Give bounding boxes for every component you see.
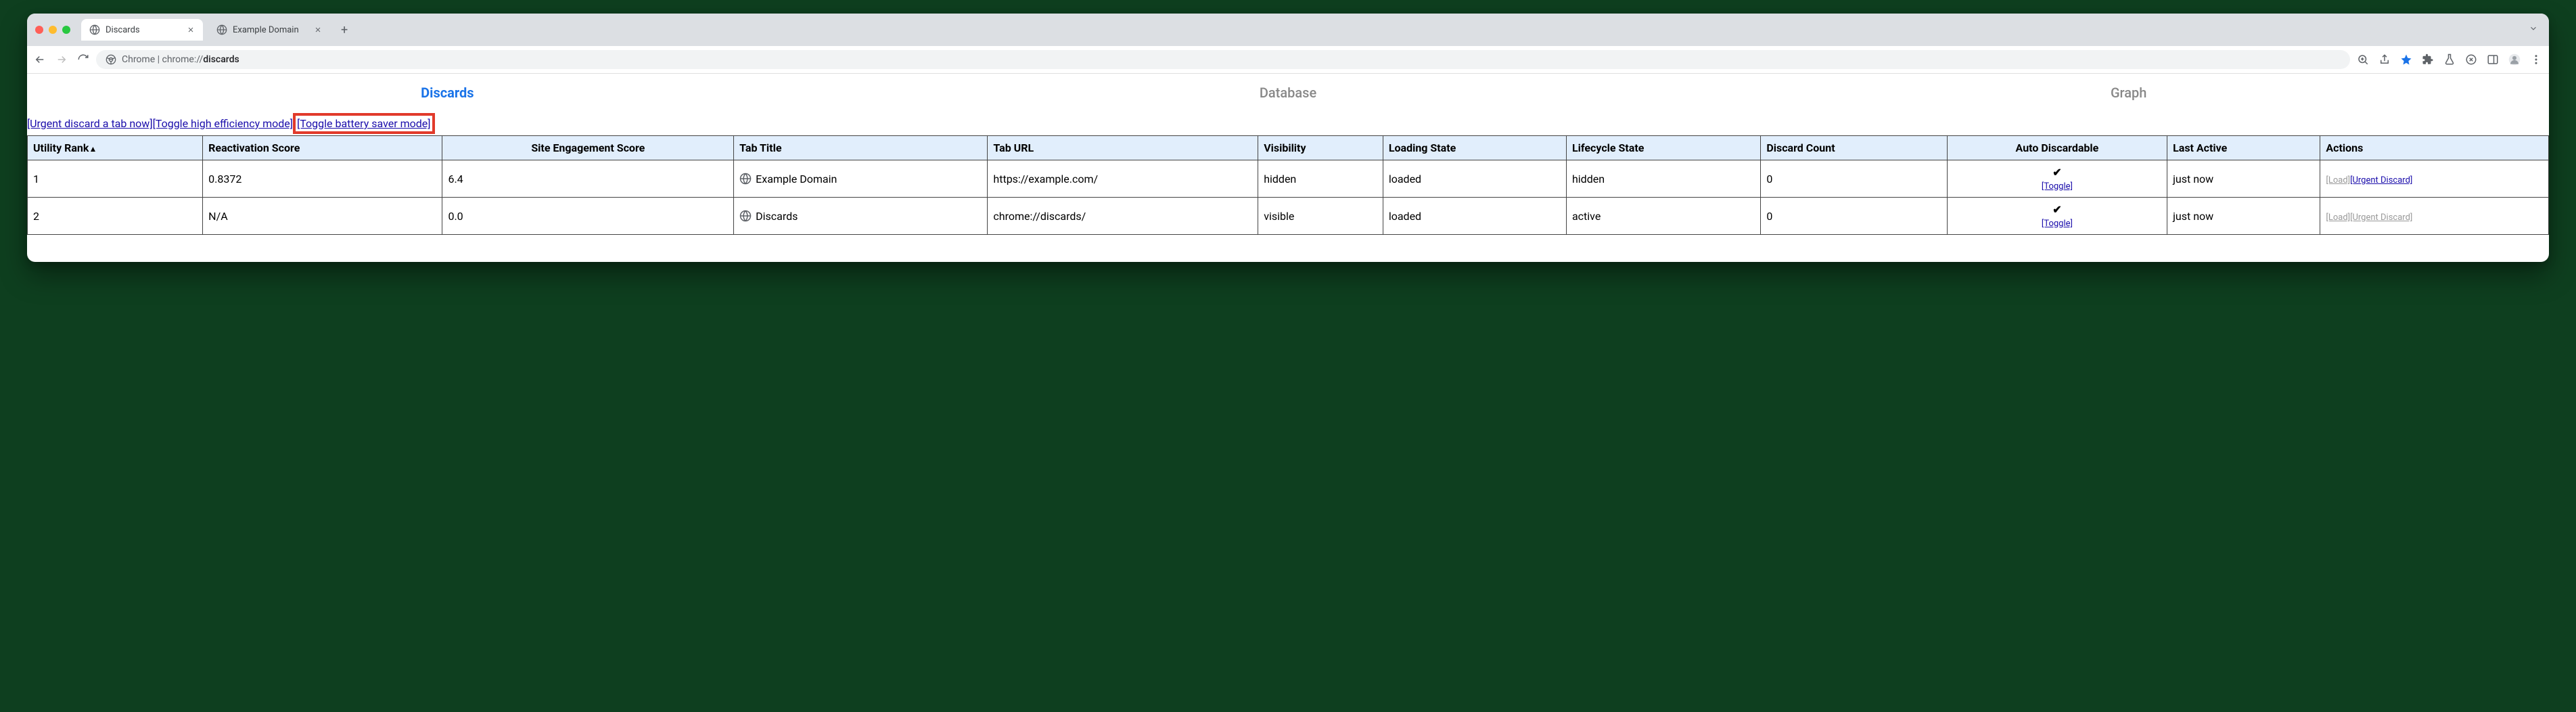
col-reactivation-score[interactable]: Reactivation Score <box>203 136 442 160</box>
col-auto-discardable[interactable]: Auto Discardable <box>1947 136 2167 160</box>
cell-loading-state: loaded <box>1383 198 1566 235</box>
cell-tab-url: chrome://discards/ <box>988 198 1258 235</box>
titlebar: Discards Example Domain + <box>27 14 2549 46</box>
col-last-active[interactable]: Last Active <box>2167 136 2320 160</box>
discards-table: Utility Rank▲ Reactivation Score Site En… <box>27 135 2549 235</box>
maximize-window-button[interactable] <box>62 26 70 34</box>
cell-reactivation-score: N/A <box>203 198 442 235</box>
cell-auto-discardable: ✔ [Toggle] <box>1947 160 2167 198</box>
tab-title: Example Domain <box>233 25 299 35</box>
cell-discard-count: 0 <box>1761 160 1947 198</box>
tab-title-text: Discards <box>756 210 798 223</box>
globe-icon <box>89 24 100 35</box>
cell-lifecycle-state: active <box>1566 198 1760 235</box>
cell-lifecycle-state: hidden <box>1566 160 1760 198</box>
cell-reactivation-score: 0.8372 <box>203 160 442 198</box>
load-action-link: [Load] <box>2326 213 2350 223</box>
col-tab-title[interactable]: Tab Title <box>734 136 988 160</box>
cell-utility-rank: 2 <box>28 198 203 235</box>
tab-title-text: Example Domain <box>756 173 837 185</box>
menu-icon[interactable] <box>2530 53 2542 66</box>
cell-utility-rank: 1 <box>28 160 203 198</box>
globe-icon <box>739 210 752 222</box>
cell-loading-state: loaded <box>1383 160 1566 198</box>
reload-button[interactable] <box>77 53 89 66</box>
extensions-icon[interactable] <box>2422 53 2434 66</box>
col-discard-count[interactable]: Discard Count <box>1761 136 1947 160</box>
bookmark-star-icon[interactable] <box>2400 53 2412 66</box>
subtab-discards[interactable]: Discards <box>27 74 868 112</box>
cell-discard-count: 0 <box>1761 198 1947 235</box>
zoom-icon[interactable] <box>2357 53 2369 66</box>
col-loading-state[interactable]: Loading State <box>1383 136 1566 160</box>
urgent-discard-action-link[interactable]: [Urgent Discard] <box>2350 175 2412 185</box>
sidepanel-icon[interactable] <box>2487 53 2499 66</box>
page-content: Discards Database Graph [Urgent discard … <box>27 74 2549 262</box>
url-text: Chrome | chrome://discards <box>122 54 239 65</box>
cell-actions: [Load][Urgent Discard] <box>2320 160 2549 198</box>
cell-tab-url: https://example.com/ <box>988 160 1258 198</box>
col-actions[interactable]: Actions <box>2320 136 2549 160</box>
browser-tab-example[interactable]: Example Domain <box>208 19 330 41</box>
window-controls <box>35 26 70 34</box>
urgent-discard-action-link: [Urgent Discard] <box>2350 213 2412 223</box>
col-lifecycle-state[interactable]: Lifecycle State <box>1566 136 1760 160</box>
labs-icon[interactable] <box>2443 53 2456 66</box>
forward-button[interactable] <box>55 53 68 66</box>
close-tab-icon[interactable] <box>187 26 195 34</box>
minimize-window-button[interactable] <box>49 26 57 34</box>
globe-icon <box>216 24 227 35</box>
cell-site-engagement-score: 6.4 <box>442 160 734 198</box>
cell-tab-title: Example Domain <box>734 160 988 198</box>
address-bar[interactable]: Chrome | chrome://discards <box>96 50 2350 69</box>
check-icon: ✔ <box>2052 166 2061 179</box>
globe-icon <box>739 173 752 185</box>
col-site-engagement[interactable]: Site Engagement Score <box>442 136 734 160</box>
toggle-efficiency-link[interactable]: [Toggle high efficiency mode] <box>153 117 293 130</box>
chrome-icon <box>106 54 116 65</box>
subtab-database[interactable]: Database <box>868 74 1709 112</box>
col-utility-rank[interactable]: Utility Rank▲ <box>28 136 203 160</box>
profile-icon[interactable] <box>2508 53 2521 66</box>
share-icon[interactable] <box>2378 53 2391 66</box>
devtools-icon[interactable] <box>2465 53 2477 66</box>
back-button[interactable] <box>34 53 46 66</box>
browser-tab-discards[interactable]: Discards <box>81 19 203 41</box>
new-tab-button[interactable]: + <box>336 23 353 37</box>
subtab-graph[interactable]: Graph <box>1708 74 2549 112</box>
nav-buttons <box>34 53 89 66</box>
tab-title: Discards <box>106 25 140 35</box>
col-visibility[interactable]: Visibility <box>1258 136 1383 160</box>
urgent-discard-link[interactable]: [Urgent discard a tab now] <box>27 117 153 130</box>
highlight-box: [Toggle battery saver mode] <box>293 113 434 134</box>
cell-tab-title: Discards <box>734 198 988 235</box>
tab-overflow-icon[interactable] <box>2529 24 2541 36</box>
cell-visibility: visible <box>1258 198 1383 235</box>
toolbar-icons <box>2357 53 2542 66</box>
toggle-battery-link[interactable]: [Toggle battery saver mode] <box>297 117 430 130</box>
col-tab-url[interactable]: Tab URL <box>988 136 1258 160</box>
cell-last-active: just now <box>2167 198 2320 235</box>
close-tab-icon[interactable] <box>314 26 322 34</box>
cell-actions: [Load][Urgent Discard] <box>2320 198 2549 235</box>
action-link-row: [Urgent discard a tab now][Toggle high e… <box>27 112 2549 135</box>
table-row: 10.83726.4 Example Domain https://example.… <box>28 160 2549 198</box>
toggle-auto-discardable-link[interactable]: [Toggle] <box>2042 219 2073 229</box>
subtabs: Discards Database Graph <box>27 74 2549 112</box>
cell-site-engagement-score: 0.0 <box>442 198 734 235</box>
table-row: 2N/A0.0 Discards chrome://discards/visible… <box>28 198 2549 235</box>
sort-asc-icon: ▲ <box>89 144 97 154</box>
cell-auto-discardable: ✔ [Toggle] <box>1947 198 2167 235</box>
cell-last-active: just now <box>2167 160 2320 198</box>
toggle-auto-discardable-link[interactable]: [Toggle] <box>2042 181 2073 192</box>
cell-visibility: hidden <box>1258 160 1383 198</box>
browser-window: Discards Example Domain + Chrome | chrom… <box>27 14 2549 262</box>
url-toolbar: Chrome | chrome://discards <box>27 46 2549 74</box>
close-window-button[interactable] <box>35 26 43 34</box>
load-action-link: [Load] <box>2326 175 2350 185</box>
check-icon: ✔ <box>2052 203 2061 216</box>
